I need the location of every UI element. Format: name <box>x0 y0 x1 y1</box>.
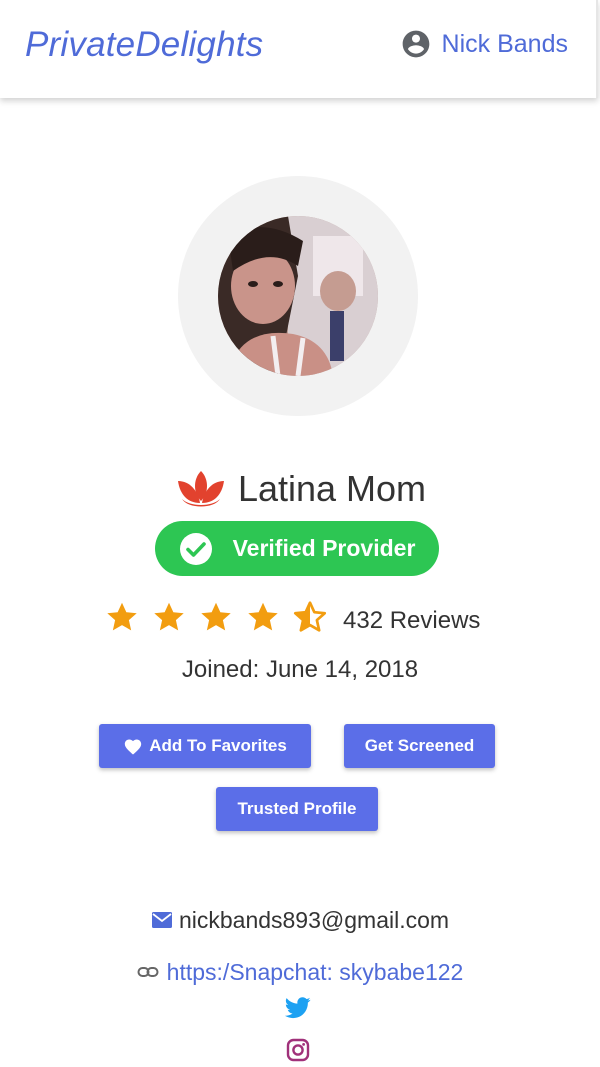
star-icon <box>107 602 137 631</box>
add-to-favorites-label: Add To Favorites <box>149 736 287 755</box>
brand-logo-link[interactable]: PrivateDelights <box>25 25 263 65</box>
add-to-favorites-button[interactable]: Add To Favorites <box>99 724 311 768</box>
email-row: nickbands893@gmail.com <box>0 903 600 937</box>
link-icon <box>137 967 159 977</box>
lotus-icon <box>177 471 224 507</box>
trusted-profile-button[interactable]: Trusted Profile <box>216 787 378 831</box>
verified-badge: Verified Provider <box>155 521 439 576</box>
reviews-count: 432 Reviews <box>343 607 481 634</box>
instagram-icon[interactable] <box>286 1038 310 1062</box>
joined-date: Joined: June 14, 2018 <box>181 656 419 683</box>
get-screened-button[interactable]: Get Screened <box>344 724 495 768</box>
link-row: https:/Snapchat: skybabe122 <box>0 955 600 989</box>
heart-icon <box>125 739 142 755</box>
email-address: nickbands893@gmail.com <box>178 906 450 933</box>
user-menu-link[interactable]: Nick Bands <box>400 28 568 60</box>
star-half-icon <box>293 601 327 632</box>
check-circle-icon <box>179 532 212 565</box>
star-icon <box>248 602 278 631</box>
verified-label: Verified Provider <box>232 535 416 561</box>
snapchat-link[interactable]: https:/Snapchat: skybabe122 <box>167 959 464 986</box>
star-icon <box>201 602 231 631</box>
trusted-profile-label: Trusted Profile <box>237 799 357 818</box>
profile-name-row: Latina Mom <box>0 462 600 516</box>
top-navbar: PrivateDelights Nick Bands <box>0 0 598 98</box>
profile-avatar[interactable] <box>218 216 378 376</box>
avatar-photo <box>218 216 378 376</box>
star-icon <box>154 602 184 631</box>
rating-row: 432 Reviews <box>104 594 480 640</box>
get-screened-label: Get Screened <box>364 736 475 755</box>
mail-icon <box>151 912 172 928</box>
account-circle-icon <box>402 30 429 58</box>
profile-name: Latina Mom <box>237 468 427 509</box>
user-name: Nick Bands <box>441 29 568 58</box>
twitter-icon[interactable] <box>285 997 311 1019</box>
